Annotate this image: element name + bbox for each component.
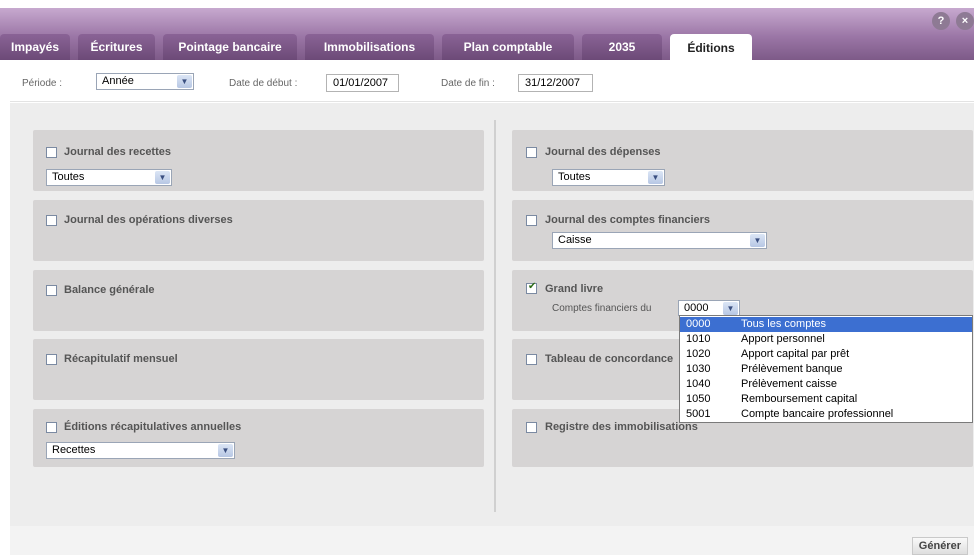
panel-title: Éditions récapitulatives annuelles <box>64 421 242 433</box>
tab-pointage-bancaire[interactable]: Pointage bancaire <box>163 34 297 60</box>
dropdown-option[interactable]: 5001 Compte bancaire professionnel <box>680 407 972 422</box>
checkbox-editions-recapitulatives[interactable] <box>46 422 57 433</box>
depenses-select[interactable]: Toutes ▼ <box>552 169 665 186</box>
select-value: 0000 <box>684 302 709 314</box>
chevron-down-icon: ▼ <box>648 171 663 184</box>
period-select-value: Année <box>102 75 134 87</box>
panel-journal-comptes-financiers: Journal des comptes financiers Caisse ▼ <box>512 200 973 261</box>
panel-title: Journal des comptes financiers <box>545 214 711 226</box>
tab-plan-comptable[interactable]: Plan comptable <box>442 34 574 60</box>
chevron-down-icon: ▼ <box>750 234 765 247</box>
checkbox-grand-livre[interactable] <box>526 281 537 294</box>
chevron-down-icon: ▼ <box>177 75 192 88</box>
checkbox-operations-diverses[interactable] <box>46 215 57 226</box>
checkbox-registre-immobilisations[interactable] <box>526 422 537 433</box>
select-value: Recettes <box>52 444 96 456</box>
select-value: Caisse <box>558 234 592 246</box>
start-date-label: Date de début : <box>229 78 298 89</box>
tab-immobilisations[interactable]: Immobilisations <box>305 34 434 60</box>
panel-title: Récapitulatif mensuel <box>64 353 178 365</box>
panel-title: Tableau de concordance <box>545 353 674 365</box>
panel-journal-recettes: Journal des recettes Toutes ▼ <box>33 130 484 191</box>
chevron-down-icon: ▼ <box>723 302 738 315</box>
grand-livre-account-select[interactable]: 0000 ▼ <box>678 300 740 316</box>
chevron-down-icon: ▼ <box>218 444 233 457</box>
period-select[interactable]: Année ▼ <box>96 73 194 90</box>
recapitulatives-select[interactable]: Recettes ▼ <box>46 442 235 459</box>
dropdown-option[interactable]: 1040 Prélèvement caisse <box>680 377 972 392</box>
checkbox-journal-recettes[interactable] <box>46 147 57 158</box>
panel-editions-recapitulatives: Éditions récapitulatives annuelles Recet… <box>33 409 484 467</box>
start-date-field[interactable]: 01/01/2007 <box>326 74 399 92</box>
select-value: Toutes <box>52 171 85 183</box>
dropdown-option[interactable]: 0000 Tous les comptes <box>680 317 972 332</box>
dropdown-option[interactable]: 1010 Apport personnel <box>680 332 972 347</box>
dropdown-option[interactable]: 1030 Prélèvement banque <box>680 362 972 377</box>
recettes-select[interactable]: Toutes ▼ <box>46 169 172 186</box>
panel-title: Journal des dépenses <box>545 146 661 158</box>
select-value: Toutes <box>558 171 591 183</box>
account-dropdown-list[interactable]: 0000 Tous les comptes 1010 Apport person… <box>679 315 973 423</box>
checkbox-recapitulatif-mensuel[interactable] <box>46 354 57 365</box>
end-date-label: Date de fin : <box>441 78 495 89</box>
checkbox-balance-generale[interactable] <box>46 285 57 296</box>
period-bar: Période : Année ▼ Date de début : 01/01/… <box>10 60 974 102</box>
panel-title: Grand livre <box>545 283 604 295</box>
top-bar: Impayés Écritures Pointage bancaire Immo… <box>0 8 974 61</box>
panel-title: Journal des recettes <box>64 146 171 158</box>
help-icon[interactable]: ? <box>932 12 950 30</box>
panel-title: Registre des immobilisations <box>545 421 698 433</box>
chevron-down-icon: ▼ <box>155 171 170 184</box>
tab-ecritures[interactable]: Écritures <box>78 34 155 60</box>
panel-title: Journal des opérations diverses <box>64 214 233 226</box>
dropdown-option[interactable]: 1050 Remboursement capital <box>680 392 972 407</box>
checkbox-comptes-financiers[interactable] <box>526 215 537 226</box>
checkbox-tableau-concordance[interactable] <box>526 354 537 365</box>
panel-journal-depenses: Journal des dépenses Toutes ▼ <box>512 130 973 191</box>
dropdown-option[interactable]: 1020 Apport capital par prêt <box>680 347 972 362</box>
comptes-financiers-du-label: Comptes financiers du <box>552 303 652 314</box>
panel-journal-operations-diverses: Journal des opérations diverses <box>33 200 484 261</box>
generate-button[interactable]: Générer <box>911 537 968 555</box>
checkbox-journal-depenses[interactable] <box>526 147 537 158</box>
tab-editions[interactable]: Éditions <box>670 34 752 61</box>
close-icon[interactable]: × <box>956 12 974 30</box>
end-date-field[interactable]: 31/12/2007 <box>518 74 593 92</box>
comptes-financiers-select[interactable]: Caisse ▼ <box>552 232 767 249</box>
tab-impayes[interactable]: Impayés <box>0 34 70 60</box>
column-divider <box>494 120 496 512</box>
footer-bar: Générer <box>10 526 974 555</box>
period-label: Période : <box>22 78 63 89</box>
panel-recapitulatif-mensuel: Récapitulatif mensuel <box>33 339 484 400</box>
window-controls: ? × <box>932 12 974 30</box>
tab-2035[interactable]: 2035 <box>582 34 662 60</box>
panel-balance-generale: Balance générale <box>33 270 484 331</box>
panel-title: Balance générale <box>64 284 155 296</box>
